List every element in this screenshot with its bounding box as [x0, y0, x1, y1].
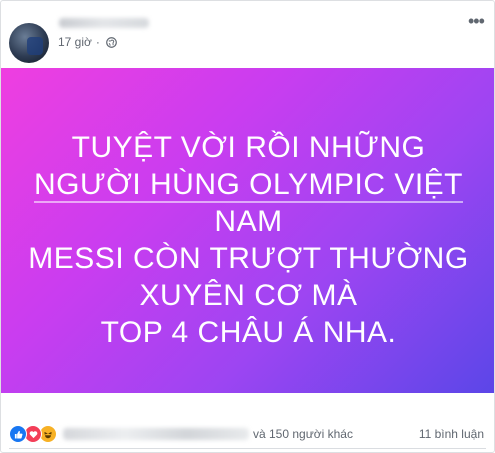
post-header: 17 giờ · ••• — [1, 1, 494, 63]
image-text-line-highlight: NGƯỜI HÙNG OLYMPIC VIỆT — [34, 168, 463, 203]
comment-count[interactable]: 11 bình luận — [419, 427, 484, 441]
reaction-icons[interactable] — [9, 425, 57, 443]
post-image[interactable]: TUYỆT VỜI RỒI NHỮNG NGƯỜI HÙNG OLYMPIC V… — [1, 68, 494, 393]
post-meta: 17 giờ · — [58, 35, 117, 49]
reactor-names-blurred[interactable] — [63, 428, 249, 440]
image-text-line: TUYỆT VỜI RỒI NHỮNG — [71, 131, 426, 164]
timestamp[interactable]: 17 giờ — [58, 35, 92, 49]
avatar[interactable] — [9, 23, 49, 63]
image-text-line: NAM — [214, 205, 283, 238]
image-text-line: TOP 4 CHÂU Á NHA. — [100, 316, 397, 349]
image-text-line: NGƯỜI HÙNG OLYMPIC VIỆT — [1, 166, 494, 203]
globe-icon[interactable] — [106, 36, 117, 48]
image-text-line: MESSI CÒN TRƯỢT THƯỜNG — [28, 242, 469, 275]
post-card: 17 giờ · ••• TUYỆT VỜI RỒI NHỮNG NGƯỜI H… — [0, 0, 495, 453]
author-name-blurred[interactable] — [59, 18, 149, 28]
like-icon[interactable] — [9, 425, 27, 443]
post-footer: và 150 người khác 11 bình luận — [1, 414, 494, 450]
image-text-line: XUYÊN CƠ MÀ — [139, 279, 358, 312]
more-dots-icon[interactable]: ••• — [468, 12, 485, 30]
divider — [9, 448, 486, 449]
post-image-text: TUYỆT VỜI RỒI NHỮNG NGƯỜI HÙNG OLYMPIC V… — [1, 129, 494, 351]
reaction-count[interactable]: và 150 người khác — [253, 427, 353, 441]
